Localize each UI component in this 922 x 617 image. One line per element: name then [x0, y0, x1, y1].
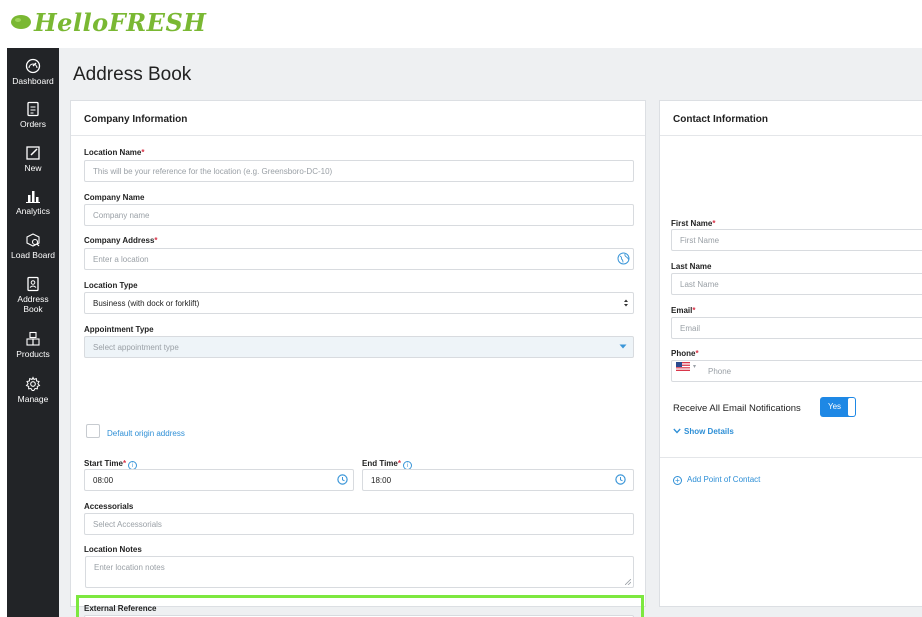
location-name-input[interactable]: This will be your reference for the loca…	[84, 160, 634, 182]
sidebar-item-label: Manage	[17, 394, 49, 404]
card-header: Contact Information	[660, 101, 922, 136]
location-type-select[interactable]: Business (with dock or forklift)	[84, 292, 634, 314]
location-notes-placeholder: Enter location notes	[94, 563, 165, 572]
location-type-label: Location Type	[84, 281, 138, 290]
appointment-type-label: Appointment Type	[84, 325, 154, 334]
chevron-down-icon	[619, 344, 627, 349]
appointment-type-select[interactable]: Select appointment type	[84, 336, 634, 358]
sidebar-nav: Dashboard Orders New Analytics Load Boar…	[7, 48, 59, 617]
plus-circle-icon: +	[673, 476, 682, 485]
email-input[interactable]: Email	[671, 317, 922, 339]
sidebar-item-label: Orders	[20, 119, 46, 129]
company-name-input[interactable]: Company name	[84, 204, 634, 226]
page-title: Address Book	[73, 64, 192, 85]
start-time-input[interactable]: 08:00	[84, 469, 354, 491]
sidebar-item-label: Analytics	[15, 206, 50, 216]
phone-input[interactable]: Phone	[671, 360, 922, 382]
sidebar-item-label: Load Board	[11, 250, 55, 260]
manage-gear-icon	[25, 376, 41, 391]
company-name-label: Company Name	[84, 193, 145, 202]
clock-icon[interactable]	[615, 474, 626, 485]
address-book-icon	[27, 276, 39, 292]
lime-logo-icon	[11, 15, 31, 29]
last-name-input[interactable]: Last Name	[671, 273, 922, 295]
toggle-label: Yes	[828, 402, 842, 411]
sidebar-item-load-board[interactable]: Load Board	[7, 232, 59, 260]
app-window: HelloFRESH Dashboard Orders New Analytic…	[0, 0, 922, 617]
sidebar-item-label: Dashboard	[12, 76, 54, 86]
card-title: Company Information	[84, 114, 188, 125]
new-edit-icon	[26, 146, 40, 160]
dashboard-gauge-icon	[25, 58, 41, 74]
accessorials-label: Accessorials	[84, 502, 134, 511]
orders-document-icon	[27, 101, 39, 117]
location-notes-textarea[interactable]: Enter location notes	[85, 556, 634, 588]
contact-information-card: Contact Information First Name* First Na…	[659, 100, 922, 607]
notifications-toggle[interactable]: Yes	[820, 397, 856, 417]
sidebar-item-orders[interactable]: Orders	[7, 101, 59, 129]
load-board-search-icon	[26, 233, 40, 247]
divider	[660, 457, 922, 458]
default-origin-label[interactable]: Default origin address	[107, 429, 185, 438]
sidebar-item-products[interactable]: Products	[7, 331, 59, 359]
company-address-input[interactable]: Enter a location	[84, 248, 634, 270]
select-arrows-icon	[624, 299, 628, 307]
brand-logo[interactable]: HelloFRESH	[34, 8, 206, 37]
first-name-label: First Name*	[671, 219, 716, 228]
notifications-label: Receive All Email Notifications	[673, 403, 801, 414]
us-flag-icon[interactable]	[676, 362, 690, 371]
first-name-input[interactable]: First Name	[671, 229, 922, 251]
sidebar-item-address-book[interactable]: Address Book	[7, 276, 59, 314]
chevron-down-icon	[673, 428, 681, 434]
sidebar-item-new[interactable]: New	[7, 145, 59, 173]
sidebar-item-manage[interactable]: Manage	[7, 376, 59, 404]
card-title: Contact Information	[673, 114, 768, 125]
card-header: Company Information	[71, 101, 645, 136]
products-boxes-icon	[26, 331, 40, 346]
external-reference-label: External Reference	[84, 604, 157, 613]
show-details-link[interactable]: Show Details	[673, 427, 734, 436]
location-notes-label: Location Notes	[84, 545, 142, 554]
phone-label: Phone*	[671, 349, 699, 358]
email-label: Email*	[671, 306, 696, 315]
highlight-box	[76, 595, 644, 617]
sidebar-item-label: New	[24, 163, 42, 173]
location-name-label: Location Name*	[84, 148, 145, 157]
caret-down-icon: ▾	[693, 364, 697, 370]
sidebar-item-label: Products	[16, 349, 50, 359]
last-name-label: Last Name	[671, 262, 712, 271]
brand-bar: HelloFRESH	[0, 0, 922, 48]
company-address-label: Company Address*	[84, 236, 158, 245]
main-content: Address Book Company Information Locatio…	[59, 48, 922, 617]
globe-icon[interactable]	[617, 252, 630, 265]
company-information-card: Company Information Location Name* This …	[70, 100, 646, 617]
analytics-bars-icon	[26, 191, 40, 203]
default-origin-checkbox[interactable]	[86, 424, 100, 438]
clock-icon[interactable]	[337, 474, 348, 485]
add-poc-text: Add Point of Contact	[687, 475, 761, 484]
show-details-text: Show Details	[684, 427, 734, 436]
sidebar-item-dashboard[interactable]: Dashboard	[7, 58, 59, 86]
sidebar-item-label: Address Book	[17, 294, 49, 314]
add-point-of-contact-link[interactable]: + Add Point of Contact	[673, 475, 760, 485]
resize-grip-icon[interactable]	[625, 579, 631, 585]
end-time-input[interactable]: 18:00	[362, 469, 634, 491]
accessorials-select[interactable]: Select Accessorials	[84, 513, 634, 535]
sidebar-item-analytics[interactable]: Analytics	[7, 188, 59, 216]
toggle-knob	[848, 398, 855, 416]
